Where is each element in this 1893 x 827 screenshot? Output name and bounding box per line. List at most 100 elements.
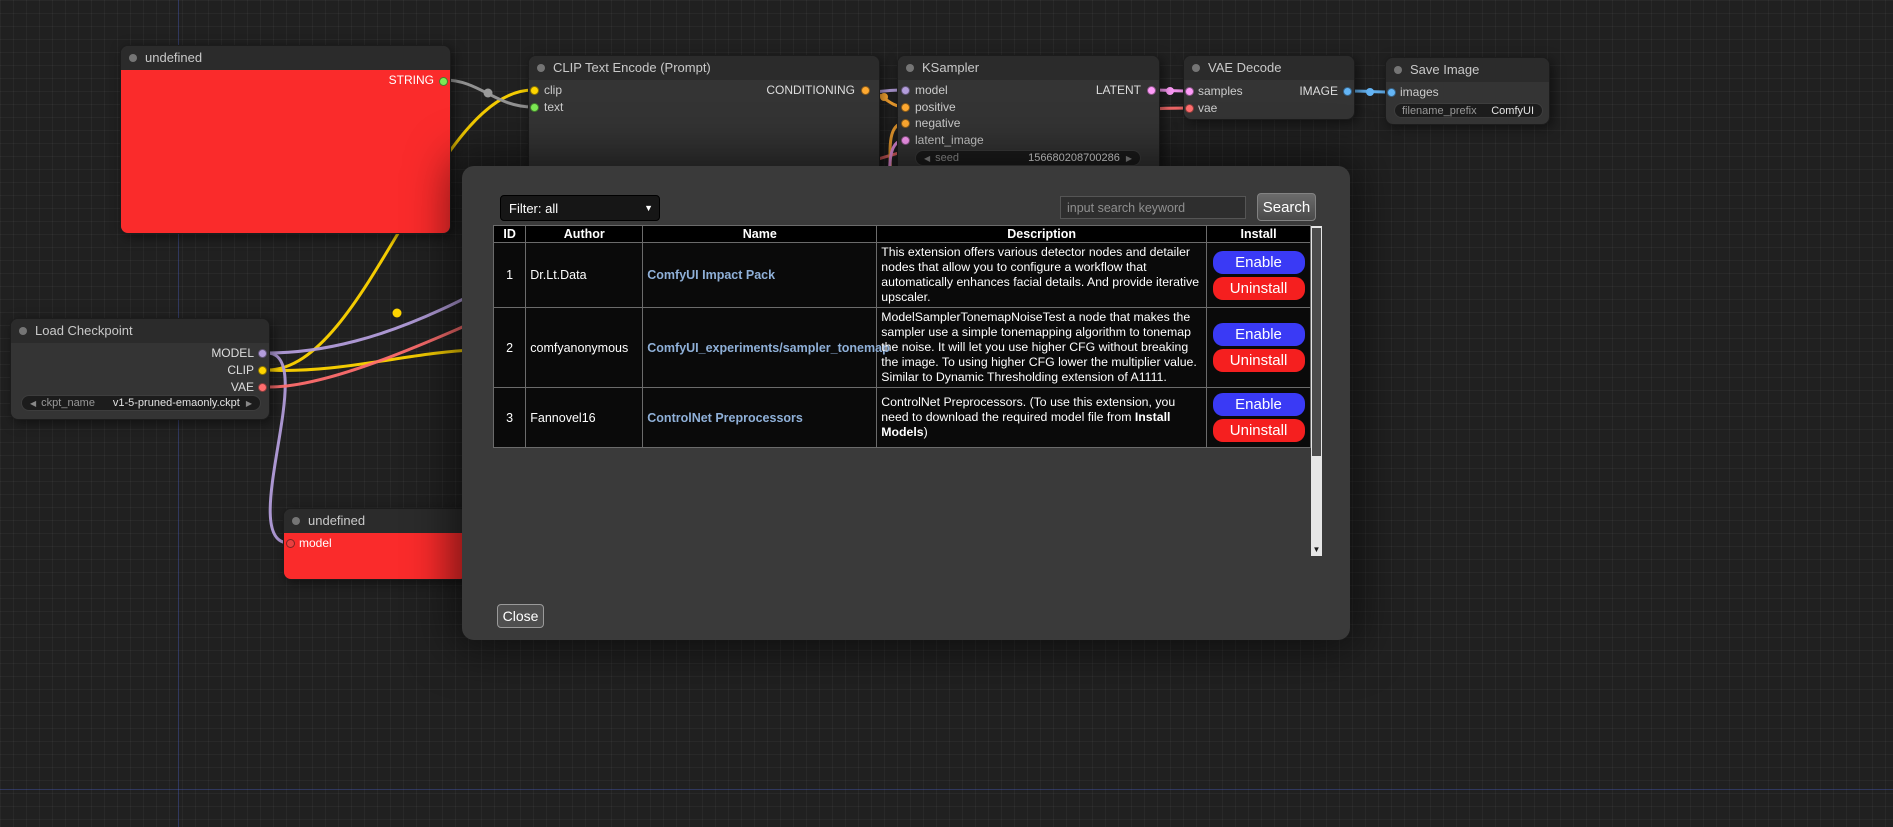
node-titlebar[interactable]: Load Checkpoint <box>11 319 269 343</box>
ext-author: Fannovel16 <box>526 388 643 448</box>
output-slot-vae[interactable] <box>258 383 267 392</box>
widget-name: seed <box>933 152 961 164</box>
node-titlebar[interactable]: undefined <box>121 46 450 70</box>
collapse-dot-icon[interactable] <box>1394 66 1402 74</box>
widget-name: ckpt_name <box>39 397 97 409</box>
input-slot-negative[interactable] <box>901 119 910 128</box>
collapse-dot-icon[interactable] <box>906 64 914 72</box>
seed-widget[interactable]: ◀ seed 156680208700286 ▶ <box>915 150 1141 166</box>
collapse-dot-icon[interactable] <box>19 327 27 335</box>
close-button[interactable]: Close <box>497 604 544 628</box>
input-slot-clip[interactable] <box>530 86 539 95</box>
node-clip-text-encode[interactable]: CLIP Text Encode (Prompt) clip text COND… <box>528 55 880 170</box>
filter-select[interactable]: Filter: all <box>500 195 660 221</box>
node-title: Save Image <box>1410 62 1479 77</box>
input-slot-model[interactable] <box>901 86 910 95</box>
link-midpoint-dot <box>1166 87 1174 95</box>
search-button[interactable]: Search <box>1257 193 1316 221</box>
input-slot-vae[interactable] <box>1185 104 1194 113</box>
input-slot-images[interactable] <box>1387 88 1396 97</box>
widget-value: v1-5-pruned-emaonly.ckpt <box>110 397 243 409</box>
collapse-dot-icon[interactable] <box>537 64 545 72</box>
uninstall-button[interactable]: Uninstall <box>1213 277 1305 300</box>
ext-description: ModelSamplerTonemapNoiseTest a node that… <box>877 308 1207 388</box>
ext-name-link[interactable]: ComfyUI_experiments/sampler_tonemap <box>647 341 889 355</box>
input-slot-samples[interactable] <box>1185 87 1194 96</box>
header-install: Install <box>1207 226 1311 243</box>
input-slot-text[interactable] <box>530 103 539 112</box>
output-label: CLIP <box>227 363 254 377</box>
output-label: IMAGE <box>1299 84 1338 98</box>
output-label: STRING <box>389 73 434 87</box>
search-input[interactable] <box>1060 196 1246 219</box>
table-row: 1 Dr.Lt.Data ComfyUI Impact Pack This ex… <box>494 243 1311 308</box>
enable-button[interactable]: Enable <box>1213 323 1305 346</box>
extensions-table: ID Author Name Description Install 1 Dr.… <box>493 225 1311 448</box>
node-undefined-model[interactable]: undefined model <box>283 508 468 580</box>
collapse-dot-icon[interactable] <box>292 517 300 525</box>
table-scrollbar[interactable]: ▼ <box>1311 226 1322 556</box>
uninstall-button[interactable]: Uninstall <box>1213 349 1305 372</box>
node-titlebar[interactable]: VAE Decode <box>1184 56 1354 80</box>
input-label: text <box>544 100 563 114</box>
output-slot-model[interactable] <box>258 349 267 358</box>
scrollbar-thumb[interactable] <box>1312 228 1321 456</box>
node-title: KSampler <box>922 60 979 75</box>
input-label: samples <box>1198 84 1243 98</box>
node-titlebar[interactable]: CLIP Text Encode (Prompt) <box>529 56 879 80</box>
collapse-dot-icon[interactable] <box>129 54 137 62</box>
increment-arrow-icon[interactable]: ▶ <box>243 399 255 408</box>
ext-description: This extension offers various detector n… <box>877 243 1207 308</box>
ext-id: 3 <box>494 388 526 448</box>
input-label: model <box>299 536 332 550</box>
filter-select-wrap: Filter: all ▼ <box>500 195 660 221</box>
ckpt-name-widget[interactable]: ◀ ckpt_name v1-5-pruned-emaonly.ckpt ▶ <box>21 395 261 411</box>
input-slot-model[interactable] <box>286 539 295 548</box>
decrement-arrow-icon[interactable]: ◀ <box>27 399 39 408</box>
node-ksampler[interactable]: KSampler model positive negative latent_… <box>897 55 1160 170</box>
node-titlebar[interactable]: Save Image <box>1386 58 1549 82</box>
increment-arrow-icon[interactable]: ▶ <box>1123 154 1135 163</box>
input-label: clip <box>544 83 562 97</box>
decrement-arrow-icon[interactable]: ◀ <box>921 154 933 163</box>
node-load-checkpoint[interactable]: Load Checkpoint MODEL CLIP VAE ◀ ckpt_na… <box>10 318 270 420</box>
input-slot-positive[interactable] <box>901 103 910 112</box>
node-title: VAE Decode <box>1208 60 1281 75</box>
node-title: CLIP Text Encode (Prompt) <box>553 60 711 75</box>
ext-id: 2 <box>494 308 526 388</box>
table-row: 2 comfyanonymous ComfyUI_experiments/sam… <box>494 308 1311 388</box>
output-slot-image[interactable] <box>1343 87 1352 96</box>
enable-button[interactable]: Enable <box>1213 251 1305 274</box>
output-label: VAE <box>231 380 254 394</box>
node-body-error <box>121 70 450 233</box>
ext-id: 1 <box>494 243 526 308</box>
node-vae-decode[interactable]: VAE Decode samples vae IMAGE <box>1183 55 1355 120</box>
table-header-row: ID Author Name Description Install <box>494 226 1311 243</box>
link-midpoint-dot <box>484 89 493 98</box>
output-slot-string[interactable] <box>439 77 448 86</box>
node-titlebar[interactable]: undefined <box>284 509 467 533</box>
node-title: Load Checkpoint <box>35 323 133 338</box>
collapse-dot-icon[interactable] <box>1192 64 1200 72</box>
table-row: 3 Fannovel16 ControlNet Preprocessors Co… <box>494 388 1311 448</box>
node-title: undefined <box>308 513 365 528</box>
input-label: negative <box>915 116 960 130</box>
ext-author: comfyanonymous <box>526 308 643 388</box>
uninstall-button[interactable]: Uninstall <box>1213 419 1305 442</box>
node-title: undefined <box>145 50 202 65</box>
output-slot-conditioning[interactable] <box>861 86 870 95</box>
ext-name-link[interactable]: ComfyUI Impact Pack <box>647 268 775 282</box>
ext-name-link[interactable]: ControlNet Preprocessors <box>647 411 803 425</box>
input-slot-latent-image[interactable] <box>901 136 910 145</box>
scroll-down-arrow-icon[interactable]: ▼ <box>1311 543 1322 556</box>
output-label: MODEL <box>211 346 254 360</box>
filename-prefix-widget[interactable]: filename_prefix ComfyUI <box>1394 103 1543 118</box>
output-slot-latent[interactable] <box>1147 86 1156 95</box>
node-undefined-string[interactable]: undefined STRING <box>120 45 451 234</box>
enable-button[interactable]: Enable <box>1213 393 1305 416</box>
input-label: vae <box>1198 101 1217 115</box>
output-slot-clip[interactable] <box>258 366 267 375</box>
header-description: Description <box>877 226 1207 243</box>
node-titlebar[interactable]: KSampler <box>898 56 1159 80</box>
node-save-image[interactable]: Save Image images filename_prefix ComfyU… <box>1385 57 1550 125</box>
